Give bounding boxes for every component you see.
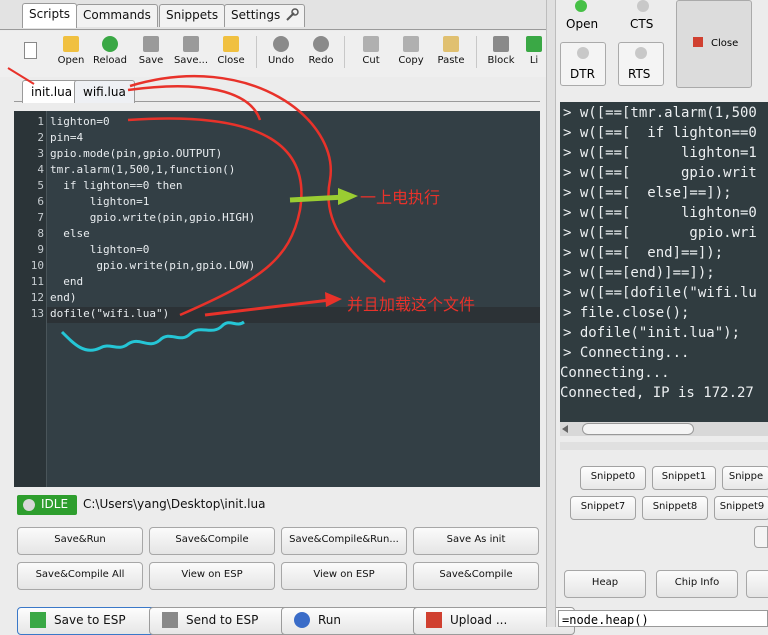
snippet-1-button[interactable]: Snippet1 [652, 466, 716, 490]
save-to-esp-icon [30, 612, 46, 628]
save-run-button[interactable]: Save&Run [17, 527, 143, 555]
save-compile-button[interactable]: Save&Compile [149, 527, 275, 555]
tab-snippets[interactable]: Snippets [159, 4, 226, 27]
save-compile-button-2[interactable]: Save&Compile [413, 562, 539, 590]
terminal-line: > file.close(); [563, 305, 690, 321]
terminal-line: > w([==[ if lighton==0 [563, 125, 757, 141]
rts-button[interactable]: RTS [618, 42, 664, 86]
terminal-line: > w([==[ lighton=1 [563, 145, 757, 161]
chip-info-button[interactable]: Chip Info [656, 570, 738, 598]
upload-icon [426, 612, 442, 628]
status-text: IDLE [41, 497, 69, 511]
partial-button[interactable] [746, 570, 768, 598]
folder-open-icon [63, 36, 79, 52]
send-icon [162, 612, 178, 628]
copy-icon [403, 36, 419, 52]
terminal-line: > w([==[ gpio.writ [563, 165, 757, 181]
terminal-line: > w([==[ else]==]); [563, 185, 732, 201]
cts-label: CTS [630, 17, 654, 31]
save-compile-all-button[interactable]: Save&Compile All [17, 562, 143, 590]
view-on-esp-button-2[interactable]: View on ESP [281, 562, 407, 590]
terminal-line: > Connecting... [563, 345, 690, 361]
close-port-button[interactable]: Close [676, 0, 752, 88]
panel-splitter[interactable] [546, 0, 556, 627]
save-compile-run-button[interactable]: Save&Compile&Run... [281, 527, 407, 555]
undo-icon [273, 36, 289, 52]
dtr-button[interactable]: DTR [560, 42, 606, 86]
command-input-text: =node.heap() [562, 613, 649, 627]
annotation-load-file: 并且加载这个文件 [347, 295, 476, 314]
tab-scripts[interactable]: Scripts [22, 3, 78, 28]
terminal-line: > w([==[ lighton=0 [563, 205, 757, 221]
terminal-line: > w([==[end)]==]); [563, 265, 715, 281]
cts-indicator: CTS [620, 0, 666, 36]
folder-close-icon [223, 36, 239, 52]
snippet-8-button[interactable]: Snippet8 [642, 496, 708, 520]
file-path: C:\Users\yang\Desktop\init.lua [83, 497, 266, 511]
upload-label: Upload ... [450, 613, 508, 627]
terminal-line: > w([==[dofile("wifi.lu [563, 285, 757, 301]
tab-settings[interactable]: Settings [224, 4, 306, 27]
dtr-led-icon [577, 47, 589, 59]
horizontal-splitter[interactable] [560, 442, 768, 450]
redo-icon [313, 36, 329, 52]
open-led-icon [575, 0, 587, 12]
new-file-icon[interactable] [24, 42, 37, 59]
paste-icon [443, 36, 459, 52]
terminal-line: > w([==[ gpio.wri [563, 225, 757, 241]
snippet-7-button[interactable]: Snippet7 [570, 496, 636, 520]
scissors-icon [363, 36, 379, 52]
rts-label: RTS [628, 67, 651, 81]
open-label: Open [566, 17, 599, 31]
line-icon [526, 36, 542, 52]
command-input[interactable]: =node.heap() [558, 610, 768, 627]
play-icon [294, 612, 310, 628]
send-to-esp-label: Send to ESP [186, 613, 259, 627]
cts-led-icon [637, 0, 649, 12]
snippet-edge-button[interactable] [754, 526, 768, 548]
run-label: Run [318, 613, 342, 627]
block-icon [493, 36, 509, 52]
annotation-overlay [7, 67, 386, 352]
open-port-button[interactable]: Open [558, 0, 604, 36]
close-port-icon [693, 37, 703, 47]
snippet-0-button[interactable]: Snippet0 [580, 466, 646, 490]
status-led-icon [23, 499, 35, 511]
terminal-line: > w([==[ end]==]); [563, 245, 724, 261]
tab-bar: Scripts Commands Snippets Settings [0, 0, 552, 30]
terminal-line: > w([==[tmr.alarm(1,500 [563, 105, 757, 121]
view-on-esp-button[interactable]: View on ESP [149, 562, 275, 590]
terminal-line: > dofile("init.lua"); [563, 325, 741, 341]
heap-button[interactable]: Heap [564, 570, 646, 598]
terminal-line: Connecting... [560, 365, 670, 381]
tab-commands[interactable]: Commands [76, 4, 158, 27]
snippet-partial-button[interactable]: Snippe [722, 466, 768, 490]
wrench-icon [286, 8, 299, 21]
save-to-esp-label: Save to ESP [54, 613, 126, 627]
reload-icon [102, 36, 118, 52]
status-badge: IDLE [17, 495, 77, 515]
save-icon [143, 36, 159, 52]
terminal-output[interactable]: > w([==[tmr.alarm(1,500 > w([==[ if ligh… [560, 102, 768, 436]
dtr-label: DTR [570, 67, 595, 81]
snippet-9-button[interactable]: Snippet9 [714, 496, 768, 520]
annotation-power-on: 一上电执行 [360, 188, 441, 207]
save-as-icon [183, 36, 199, 52]
tab-settings-label: Settings [231, 8, 281, 22]
save-as-init-button[interactable]: Save As init [413, 527, 539, 555]
rts-led-icon [635, 47, 647, 59]
scroll-left-arrow-icon[interactable] [562, 425, 568, 433]
terminal-scrollbar[interactable] [560, 422, 768, 436]
terminal-line: Connected, IP is 172.27 [560, 385, 754, 401]
scrollbar-thumb[interactable] [582, 423, 694, 435]
close-port-label: Close [711, 38, 739, 49]
